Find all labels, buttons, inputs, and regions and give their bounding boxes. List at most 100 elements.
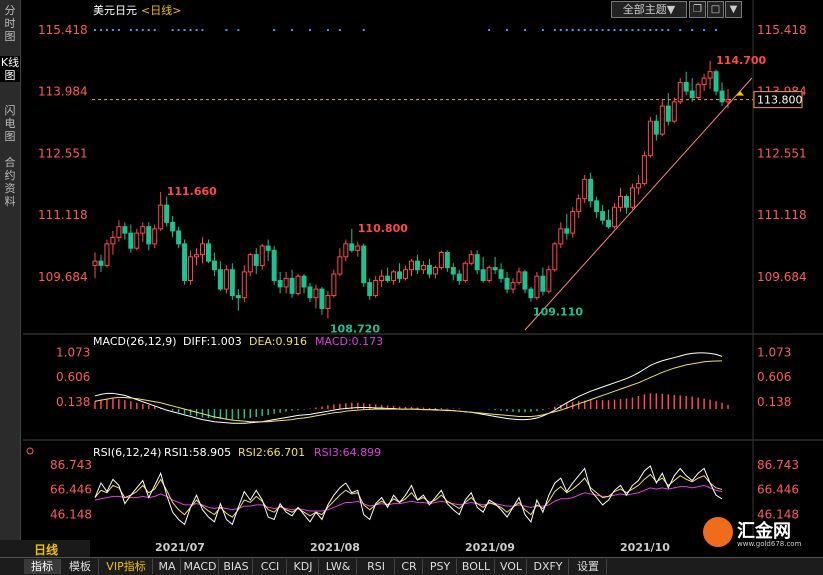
top-marker-dot (177, 29, 180, 31)
top-marker-dot (237, 29, 240, 31)
candle-body (570, 211, 576, 234)
chart-canvas: 美元日元 <日线> 115.418115.418113.984113.98411… (23, 0, 823, 554)
price-annotation-high: 111.660 (167, 185, 217, 198)
top-marker-dot (129, 29, 132, 31)
rsi-axis-tick-left: 66.446 (50, 483, 92, 497)
price-arrow-icon (736, 90, 744, 96)
candle-body (623, 196, 629, 208)
price-axis-tick-left: 111.118 (38, 208, 88, 222)
candle-body (259, 245, 265, 266)
candle-body (468, 254, 474, 264)
candle-body (701, 77, 707, 86)
rsi3-line (94, 484, 723, 512)
price-axis-tick-left: 115.418 (38, 23, 88, 37)
candle-body (152, 228, 158, 245)
price-axis-tick-left: 112.551 (38, 146, 88, 160)
candle-body (122, 226, 128, 234)
candle-body (229, 269, 235, 297)
price-axis-tick-left: 113.984 (38, 85, 88, 99)
candle-body (558, 228, 564, 245)
candle-body (373, 279, 379, 297)
indicator-tab[interactable]: BIAS (220, 559, 253, 574)
rsi3-label: RSI3:64.899 (314, 446, 381, 459)
period-label[interactable]: 日线 (34, 541, 58, 558)
top-marker-dot (308, 29, 311, 31)
top-marker-dot (625, 29, 628, 31)
top-marker-dot (153, 29, 156, 31)
indicator-tab[interactable]: KDJ (288, 559, 319, 574)
candle-body (582, 178, 588, 200)
candle-body (331, 273, 337, 297)
candle-body (235, 295, 241, 299)
indicator-tab[interactable]: MA (154, 559, 181, 574)
candle-body (552, 243, 558, 271)
candle-body (217, 269, 223, 290)
candle-body (92, 260, 98, 266)
top-marker-dot (703, 29, 706, 31)
top-marker-dot (105, 29, 108, 31)
top-marker-dot (601, 29, 604, 31)
indicator-tab[interactable]: 模板 (62, 559, 99, 574)
top-marker-dot (183, 29, 186, 31)
indicator-tab[interactable]: CCI (254, 559, 287, 574)
top-marker-dot (189, 29, 192, 31)
top-marker-dot (99, 29, 102, 31)
candle-body (182, 243, 188, 281)
top-marker-dot (565, 29, 568, 31)
indicator-settings-icon[interactable] (26, 447, 34, 455)
symbol-title: 美元日元 (93, 4, 137, 17)
top-marker-dot (583, 29, 586, 31)
top-marker-dot (661, 29, 664, 31)
candle-body (659, 105, 665, 135)
indicator-tab[interactable]: VOL (496, 559, 527, 574)
macd-axis-tick: 1.073 (757, 346, 791, 360)
logo-url: www.gold678.com (737, 540, 802, 548)
indicator-tab[interactable]: RSI (358, 559, 395, 574)
candle-body (158, 204, 164, 230)
candle-body (438, 252, 444, 269)
top-marker-dot (225, 29, 228, 31)
indicator-tab[interactable]: 指标 (24, 559, 61, 574)
x-axis-labels: 2021/07 2021/08 2021/09 2021/10 (155, 541, 670, 554)
candle-body (325, 295, 331, 309)
indicator-tab[interactable]: DXFY (528, 559, 569, 574)
top-marker-dot (667, 29, 670, 31)
indicator-tab[interactable]: BOLL (458, 559, 495, 574)
candle-body (594, 200, 600, 213)
candle-body (606, 219, 612, 228)
indicator-tab-bar: 指标 模板 VIP指标 MA MACD BIAS CCI KDJ LW& RSI CR PSY BOLL… (0, 557, 823, 575)
macd-diff-line (94, 352, 723, 424)
top-marker-dot (338, 29, 341, 31)
top-marker-dot (649, 29, 652, 31)
top-marker-dot (589, 29, 592, 31)
rsi-title: RSI(6,12,24) (93, 446, 161, 459)
macd-dea-line (94, 360, 723, 423)
candle-body (403, 269, 409, 279)
indicator-tab[interactable]: PSY (424, 559, 457, 574)
top-marker-dot (201, 29, 204, 31)
period-tag: <日线> (141, 3, 181, 17)
indicator-tab[interactable]: LW& (320, 559, 357, 574)
indicator-tab[interactable]: 设置 (570, 559, 607, 574)
top-marker-dot (111, 29, 114, 31)
top-marker-dot (326, 29, 329, 31)
macd-title: MACD(26,12,9) (93, 335, 177, 348)
candle-body (116, 226, 122, 238)
top-marker-dot (273, 29, 276, 31)
indicator-tab[interactable]: VIP指标 (100, 559, 153, 574)
candle-body (719, 90, 725, 103)
indicator-tab[interactable]: CR (396, 559, 423, 574)
candle-body (397, 271, 403, 279)
rsi-axis-tick: 66.446 (757, 483, 799, 497)
indicator-tab[interactable]: MACD (182, 559, 219, 574)
logo-icon (703, 517, 733, 547)
candle-body (199, 243, 205, 256)
price-axis-tick: 111.118 (757, 208, 807, 222)
candle-body (391, 271, 397, 281)
candle-body (104, 243, 110, 266)
candle-body (253, 254, 259, 266)
candle-body (205, 243, 211, 262)
rsi2-label: RSI2:66.701 (238, 446, 305, 459)
macd-axis-tick: 0.606 (757, 370, 791, 384)
candle-body (462, 262, 468, 281)
